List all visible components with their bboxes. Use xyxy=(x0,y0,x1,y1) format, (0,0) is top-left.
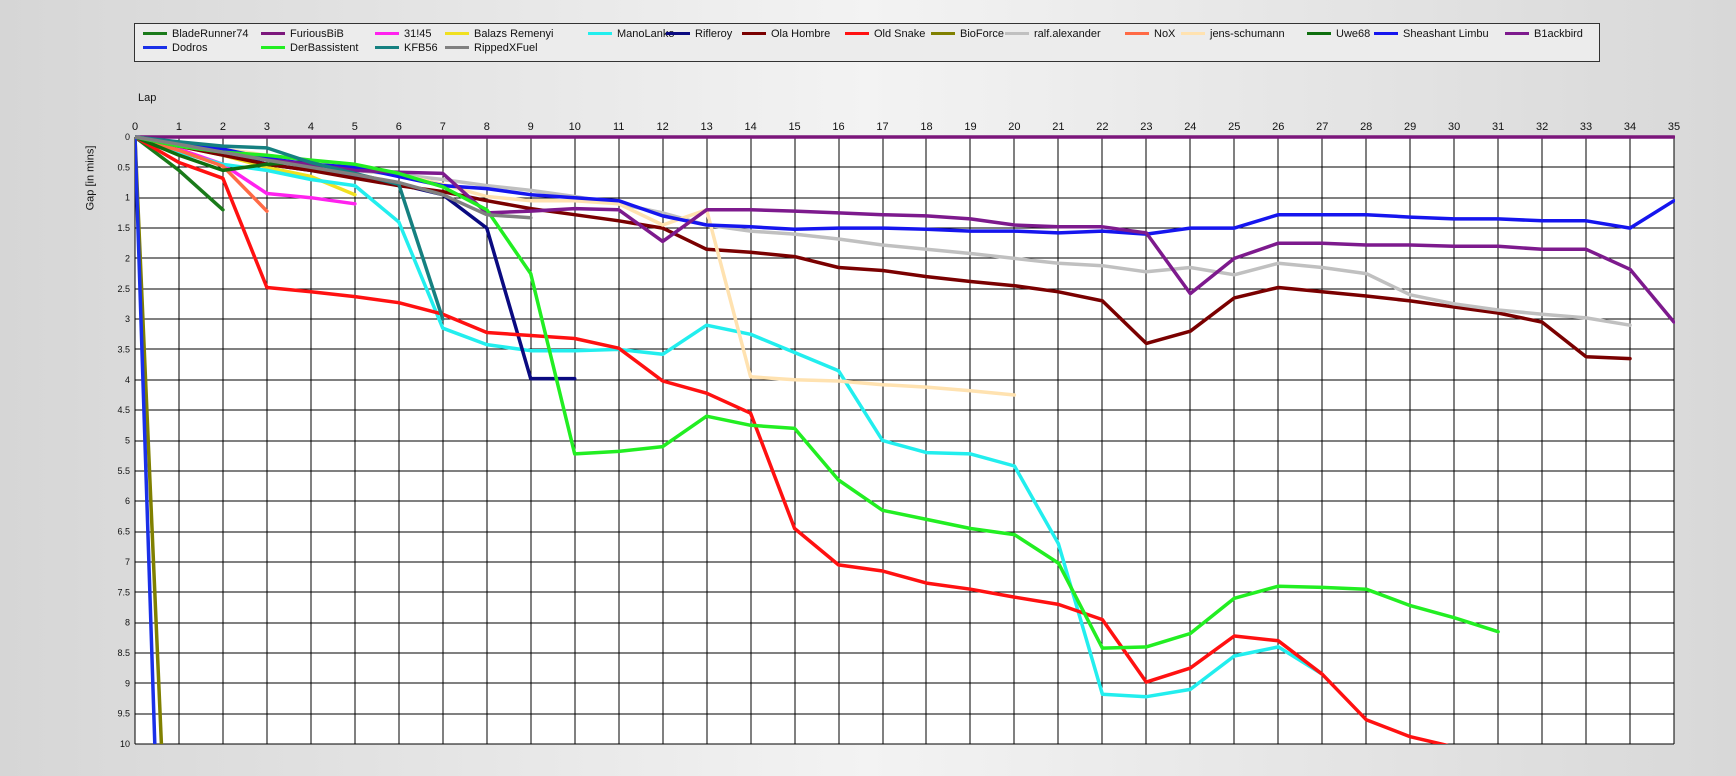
x-tick-label: 35 xyxy=(1668,121,1680,133)
y-tick-label: 1.5 xyxy=(117,223,130,233)
y-tick-label: 6.5 xyxy=(117,527,130,537)
x-tick-label: 6 xyxy=(396,121,402,133)
y-tick-label: 8.5 xyxy=(117,648,130,658)
y-tick-label: 3.5 xyxy=(117,344,130,354)
y-tick-label: 2 xyxy=(125,253,130,263)
y-tick-label: 2.5 xyxy=(117,284,130,294)
x-tick-label: 29 xyxy=(1404,121,1416,133)
x-tick-label: 10 xyxy=(569,121,581,133)
x-tick-label: 12 xyxy=(657,121,669,133)
y-tick-label: 9.5 xyxy=(117,709,130,719)
x-tick-label: 34 xyxy=(1624,121,1636,133)
x-tick-label: 8 xyxy=(484,121,490,133)
y-tick-label: 0 xyxy=(125,132,130,142)
x-tick-label: 17 xyxy=(876,121,888,133)
y-tick-label: 5.5 xyxy=(117,466,130,476)
x-tick-label: 28 xyxy=(1360,121,1372,133)
x-tick-label: 13 xyxy=(701,121,713,133)
y-tick-label: 3 xyxy=(125,314,130,324)
x-tick-label: 27 xyxy=(1316,121,1328,133)
x-tick-label: 14 xyxy=(744,121,756,133)
x-tick-label: 15 xyxy=(788,121,800,133)
x-tick-label: 32 xyxy=(1536,121,1548,133)
y-tick-label: 4.5 xyxy=(117,405,130,415)
x-tick-label: 4 xyxy=(308,121,314,133)
y-axis-title: Gap [in mins] xyxy=(84,145,97,211)
x-tick-label: 19 xyxy=(964,121,976,133)
y-tick-label: 8 xyxy=(125,618,130,628)
y-tick-label: 1 xyxy=(125,193,130,203)
x-tick-label: 33 xyxy=(1580,121,1592,133)
y-tick-label: 4 xyxy=(125,375,130,385)
x-tick-label: 23 xyxy=(1140,121,1152,133)
x-axis-title: Lap xyxy=(138,92,157,104)
x-tick-label: 3 xyxy=(264,121,270,133)
y-tick-label: 7.5 xyxy=(117,587,130,597)
x-tick-label: 2 xyxy=(220,121,226,133)
x-tick-label: 21 xyxy=(1052,121,1064,133)
x-tick-label: 9 xyxy=(528,121,534,133)
x-tick-label: 11 xyxy=(613,121,624,133)
y-tick-label: 10 xyxy=(120,739,130,749)
x-tick-label: 25 xyxy=(1228,121,1240,133)
line-chart: 0 1 2 3 4 5 6 7 8 9 10 11 12 13 14 15 16 17 18 19 20 21 22 23 24… xyxy=(117,121,1680,749)
x-tick-label: 5 xyxy=(352,121,358,133)
x-tick-label: 7 xyxy=(440,121,446,133)
x-tick-label: 22 xyxy=(1096,121,1108,133)
y-tick-label: 9 xyxy=(125,678,130,688)
x-tick-label: 1 xyxy=(176,121,182,133)
x-tick-label: 0 xyxy=(132,121,138,133)
x-tick-label: 24 xyxy=(1184,121,1196,133)
x-tick-label: 31 xyxy=(1492,121,1504,133)
x-tick-label: 16 xyxy=(832,121,844,133)
x-tick-label: 26 xyxy=(1272,121,1284,133)
y-tick-label: 0.5 xyxy=(117,162,130,172)
x-tick-label: 18 xyxy=(920,121,932,133)
x-tick-label: 30 xyxy=(1448,121,1460,133)
y-tick-label: 7 xyxy=(125,557,130,567)
x-tick-label: 20 xyxy=(1008,121,1020,133)
y-tick-label: 6 xyxy=(125,496,130,506)
y-tick-label: 5 xyxy=(125,436,130,446)
